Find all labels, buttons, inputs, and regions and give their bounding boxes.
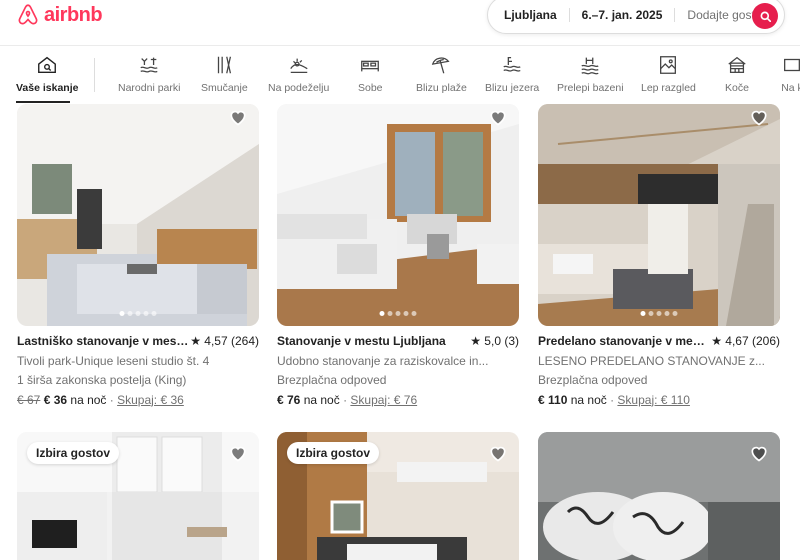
price-separator: · (339, 392, 351, 407)
listing-title: Stanovanje v mestu Ljubljana (277, 334, 446, 348)
category-label: Koče (725, 82, 749, 94)
photo-pagination-dots (119, 311, 157, 316)
category-more[interactable]: Na k (781, 54, 800, 94)
category-label: Na podeželju (268, 82, 330, 94)
top-header: airbnb Ljubljana 6.–7. jan. 2025 Dodajte… (0, 0, 800, 46)
photo-pagination-dots (379, 311, 417, 316)
listing-price: € 76 na noč · Skupaj: € 76 (277, 391, 519, 411)
listing-photo[interactable] (538, 432, 780, 560)
listing-photo[interactable] (538, 104, 780, 326)
heart-icon[interactable] (228, 443, 248, 463)
view-icon (660, 56, 677, 74)
skiing-icon (218, 56, 232, 74)
bed-icon (361, 60, 380, 72)
listing-bed-info: 1 širša zakonska postelja (King) (17, 373, 187, 387)
listing-rating: ★ 4,67 (206) (711, 334, 780, 348)
search-button[interactable] (752, 3, 778, 29)
category-label: Blizu jezera (485, 82, 540, 94)
listing-price: € 67 € 36 na noč · Skupaj: € 36 (17, 391, 259, 411)
per-night: na noč (567, 392, 607, 407)
category-prelepi-bazeni[interactable]: Prelepi bazeni (557, 54, 624, 94)
per-night: na noč (67, 392, 107, 407)
cabin-icon (728, 56, 746, 73)
category-label: Na k (781, 82, 800, 94)
photo-pagination-dots (640, 311, 678, 316)
category-lep-razgled[interactable]: Lep razgled (641, 54, 696, 94)
listing-rating: ★ 4,57 (264) (190, 334, 259, 348)
category-label: Prelepi bazeni (557, 82, 624, 94)
category-smucanje[interactable]: Smučanje (201, 54, 248, 94)
active-category-underline (16, 101, 70, 103)
listing-cancellation: Brezplačna odpoved (538, 373, 648, 387)
category-label: Smučanje (201, 82, 248, 94)
category-label: Narodni parki (118, 82, 181, 94)
pool-icon (581, 57, 599, 75)
search-location[interactable]: Ljubljana (488, 8, 569, 22)
listing-info[interactable]: Predelano stanovanje v mestu... ★ 4,67 (… (538, 332, 780, 410)
beach-umbrella-icon (432, 57, 450, 74)
discounted-price: € 36 (43, 392, 68, 407)
category-label: Sobe (358, 82, 383, 94)
airbnb-logo-icon (18, 4, 38, 25)
price-separator: · (606, 392, 618, 407)
category-bar: Vaše iskanje Narodni parki Smučanje Na p… (0, 46, 800, 104)
category-na-podezelju[interactable]: Na podeželju (268, 54, 329, 94)
total-price-link[interactable]: Skupaj: € 110 (617, 393, 690, 407)
listing-info[interactable]: Lastniško stanovanje v mestu ... ★ 4,57 … (17, 332, 259, 410)
per-night: na noč (300, 392, 340, 407)
lake-icon (503, 57, 521, 72)
listing-photo[interactable] (277, 104, 519, 326)
search-dates[interactable]: 6.–7. jan. 2025 (568, 8, 676, 22)
price-per-night: € 110 (538, 392, 568, 407)
listing-image (277, 104, 519, 326)
heart-icon[interactable] (488, 443, 508, 463)
national-park-icon (140, 57, 158, 73)
listing-description: Tivoli park-Unique leseni studio št. 4 (17, 353, 210, 368)
listing-image (538, 432, 780, 560)
listing-photo[interactable]: Izbira gostov (277, 432, 519, 560)
listing-title: Predelano stanovanje v mestu... (538, 334, 712, 348)
category-label: Lep razgled (641, 82, 696, 94)
chevron-right-icon (784, 58, 800, 72)
category-label: Blizu plaže (416, 82, 467, 94)
category-narodni-parki[interactable]: Narodni parki (118, 54, 180, 94)
listing-title: Lastniško stanovanje v mestu ... (17, 334, 191, 348)
airbnb-logo[interactable]: airbnb (16, 3, 103, 27)
category-blizu-jezera[interactable]: Blizu jezera (485, 54, 539, 94)
brand-name: airbnb (44, 3, 103, 26)
price-per-night: € 76 (277, 392, 301, 407)
total-price-link[interactable]: Skupaj: € 76 (350, 393, 417, 407)
category-vase-iskanje[interactable]: Vaše iskanje (16, 54, 78, 94)
category-koce[interactable]: Koče (725, 54, 749, 94)
listing-price: € 110 na noč · Skupaj: € 110 (538, 391, 780, 411)
listing-photo[interactable] (17, 104, 259, 326)
price-separator: · (106, 392, 118, 407)
listing-rating: ★ 5,0 (3) (470, 334, 519, 348)
search-bar[interactable]: Ljubljana 6.–7. jan. 2025 Dodajte goste (487, 0, 785, 34)
heart-icon[interactable] (228, 107, 248, 127)
category-sobe[interactable]: Sobe (358, 54, 383, 94)
guest-favourite-badge: Izbira gostov (287, 442, 380, 464)
search-icon (760, 11, 771, 22)
listing-description: LESENO PREDELANO STANOVANJE z... (538, 353, 765, 368)
listing-image (538, 104, 780, 326)
total-price-link[interactable]: Skupaj: € 36 (117, 393, 184, 407)
category-divider (94, 58, 95, 92)
home-search-icon (38, 56, 57, 74)
listing-info[interactable]: Stanovanje v mestu Ljubljana ★ 5,0 (3) U… (277, 332, 519, 410)
listing-description: Udobno stanovanje za raziskovalce in... (277, 353, 489, 368)
original-price: € 67 (17, 392, 41, 407)
heart-icon[interactable] (749, 443, 769, 463)
heart-icon[interactable] (749, 107, 769, 127)
listing-photo[interactable]: Izbira gostov (17, 432, 259, 560)
category-label: Vaše iskanje (16, 82, 79, 94)
listing-image (17, 104, 259, 326)
listing-cancellation: Brezplačna odpoved (277, 373, 387, 387)
countryside-icon (289, 58, 308, 73)
heart-icon[interactable] (488, 107, 508, 127)
category-blizu-plaze[interactable]: Blizu plaže (416, 54, 467, 94)
guest-favourite-badge: Izbira gostov (27, 442, 120, 464)
